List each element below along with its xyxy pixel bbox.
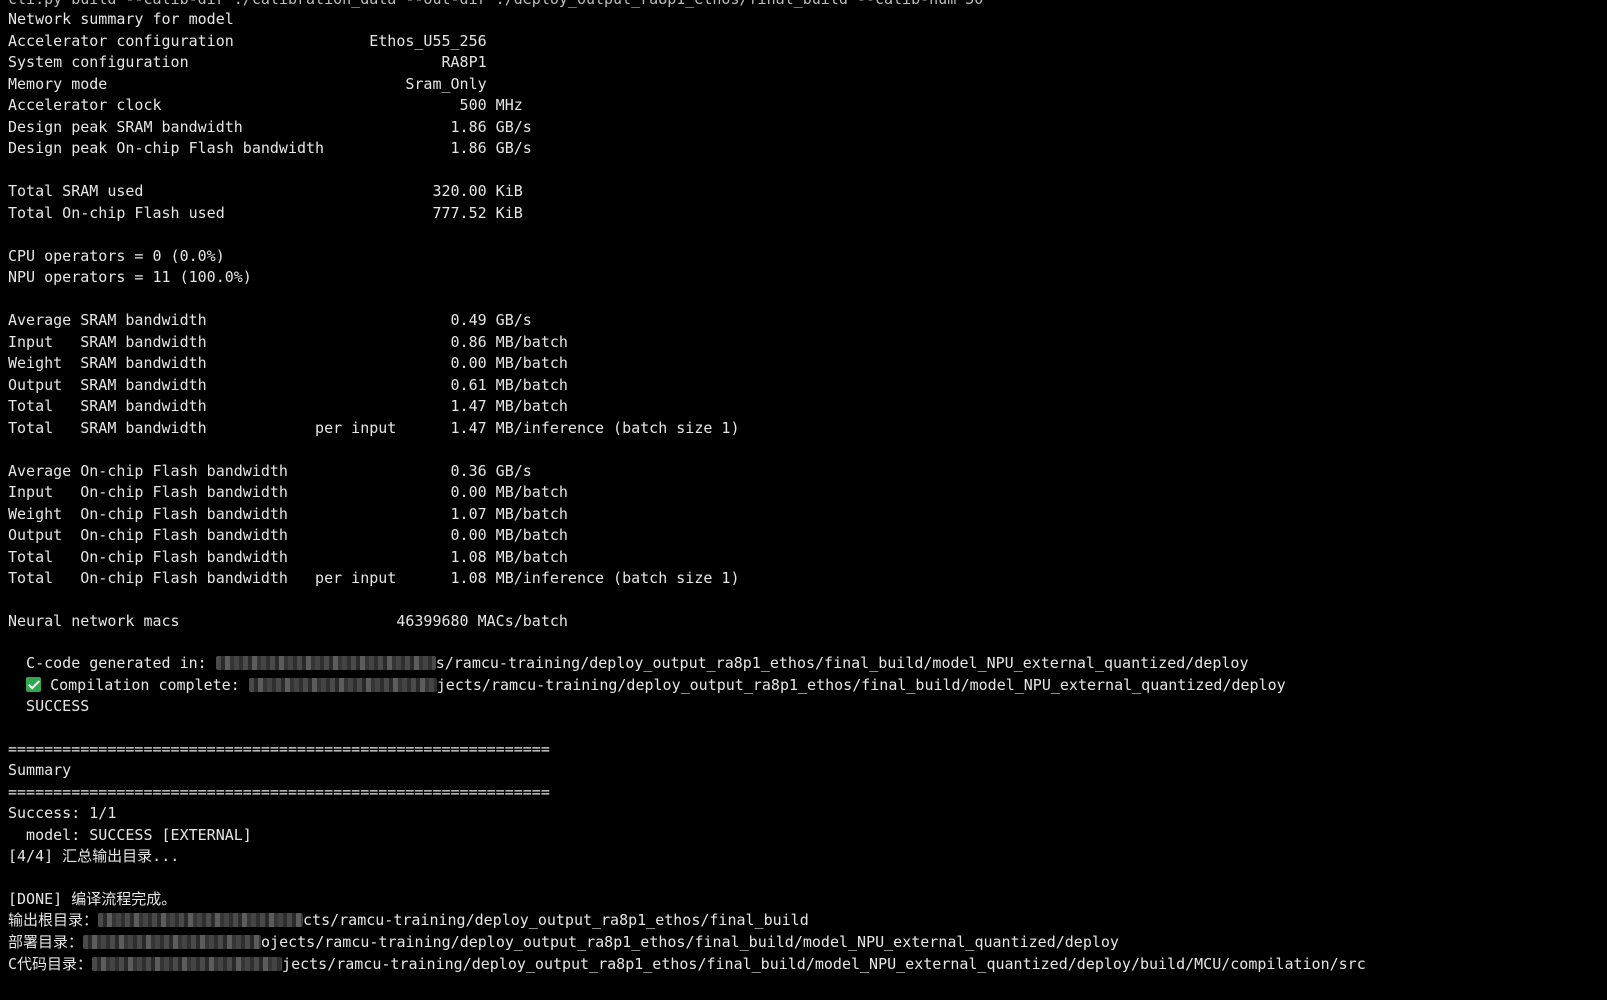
report-line: Average On-chip Flash bandwidth 0.36 GB/… xyxy=(8,461,532,480)
summary-line: Success: 1/1 xyxy=(8,804,117,822)
terminal-window[interactable]: cli.py build --calib-dir ./calibration_d… xyxy=(8,0,1598,1000)
report-line: System configuration RA8P1 xyxy=(8,53,487,71)
compile-path: jects/ramcu-training/deploy_output_ra8p1… xyxy=(436,676,1286,694)
report-line: Design peak On-chip Flash bandwidth 1.86… xyxy=(8,139,532,157)
redacted-path-prefix xyxy=(98,913,304,927)
deploy-dir-path: ojects/ramcu-training/deploy_output_ra8p… xyxy=(261,933,1119,951)
output-root-label: 输出根目录： xyxy=(8,911,99,929)
deploy-dir-label: 部署目录： xyxy=(8,933,84,951)
report-line: Total SRAM used 320.00 KiB xyxy=(8,182,523,200)
report-line: Accelerator configuration Ethos_U55_256 xyxy=(8,31,487,50)
compile-label: Compilation complete: xyxy=(41,676,249,694)
codegen-line: C-code generated in: s/ramcu-training/de… xyxy=(8,653,1249,674)
c-code-dir-path: jects/ramcu-training/deploy_output_ra8p1… xyxy=(282,955,1366,973)
summary-line: Summary xyxy=(8,761,72,779)
report-line: Memory mode Sram_Only xyxy=(8,74,487,93)
report-line: Neural network macs 46399680 MACs/batch xyxy=(8,612,568,630)
c-code-dir-line: C代码目录： jects/ramcu-training/deploy_output… xyxy=(8,954,1366,975)
redacted-path-prefix xyxy=(83,935,262,949)
codegen-label: C-code generated in: xyxy=(8,654,216,672)
summary-line: [DONE] 编译流程完成。 xyxy=(8,890,177,908)
report-line: Output On-chip Flash bandwidth 0.00 MB/b… xyxy=(8,526,568,544)
deploy-dir-line: 部署目录： ojects/ramcu-training/deploy_output… xyxy=(8,932,1119,953)
report-line: Design peak SRAM bandwidth 1.86 GB/s xyxy=(8,117,532,136)
success-status: SUCCESS xyxy=(8,697,90,715)
report-line: Network summary for model xyxy=(8,10,234,28)
report-line: CPU operators = 0 (0.0%) xyxy=(8,246,225,265)
compile-line: Compilation complete: jects/ramcu-traini… xyxy=(8,675,1286,696)
report-line: Total On-chip Flash bandwidth per input … xyxy=(8,569,740,587)
c-code-dir-label: C代码目录： xyxy=(8,955,93,973)
check-mark-icon xyxy=(26,677,42,692)
summary-line: model: SUCCESS [EXTERNAL] xyxy=(8,825,252,844)
report-line: Output SRAM bandwidth 0.61 MB/batch xyxy=(8,375,568,394)
redacted-path-prefix xyxy=(215,656,436,670)
report-line: Input SRAM bandwidth 0.86 MB/batch xyxy=(8,332,568,351)
report-line: Total On-chip Flash bandwidth 1.08 MB/ba… xyxy=(8,547,568,566)
report-line: Total SRAM bandwidth 1.47 MB/batch xyxy=(8,397,568,415)
summary-line: [4/4] 汇总输出目录... xyxy=(8,847,180,865)
report-line: Average SRAM bandwidth 0.49 GB/s xyxy=(8,311,532,329)
report-line: Total On-chip Flash used 777.52 KiB xyxy=(8,203,523,222)
output-root-path: cts/ramcu-training/deploy_output_ra8p1_e… xyxy=(303,911,809,929)
report-line: Total SRAM bandwidth per input 1.47 MB/i… xyxy=(8,418,740,437)
redacted-path-prefix xyxy=(92,957,283,971)
report-line: Input On-chip Flash bandwidth 0.00 MB/ba… xyxy=(8,483,568,501)
output-root-line: 输出根目录： cts/ramcu-training/deploy_output_r… xyxy=(8,910,809,931)
report-line: Weight On-chip Flash bandwidth 1.07 MB/b… xyxy=(8,504,568,523)
report-line: Accelerator clock 500 MHz xyxy=(8,96,523,114)
summary-line: ========================================… xyxy=(8,739,550,758)
redacted-path-prefix xyxy=(248,678,437,692)
report-line: Weight SRAM bandwidth 0.00 MB/batch xyxy=(8,354,568,372)
summary-line: ========================================… xyxy=(8,782,550,801)
report-line: NPU operators = 11 (100.0%) xyxy=(8,268,252,286)
codegen-path: s/ramcu-training/deploy_output_ra8p1_eth… xyxy=(435,654,1249,672)
